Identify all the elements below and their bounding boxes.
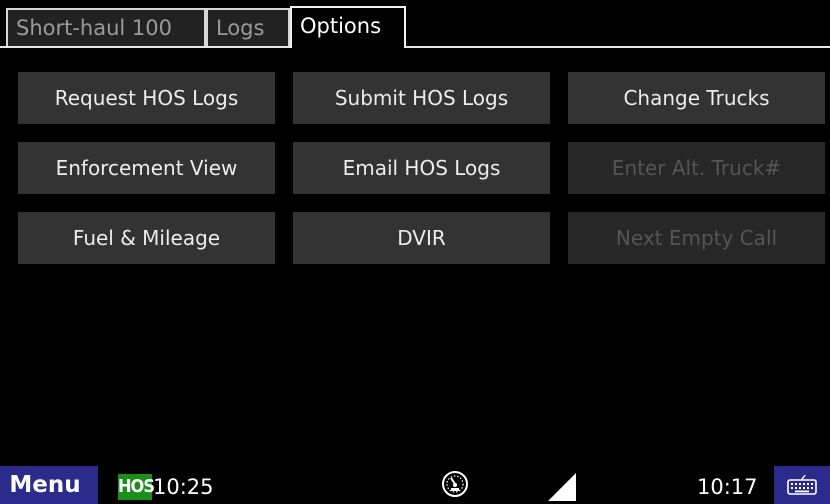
hos-time: 10:25	[153, 475, 214, 499]
tab-logs[interactable]: Logs	[206, 8, 290, 46]
enter-alt-truck-button[interactable]: Enter Alt. Truck#	[568, 142, 825, 194]
change-trucks-button[interactable]: Change Trucks	[568, 72, 825, 124]
hos-badge[interactable]: HOS	[118, 474, 155, 500]
email-hos-logs-button[interactable]: Email HOS Logs	[293, 142, 550, 194]
request-hos-logs-button[interactable]: Request HOS Logs	[18, 72, 275, 124]
clock: 10:17	[697, 475, 758, 499]
taskbar: Menu HOS 10:25 10:17	[0, 466, 830, 504]
submit-hos-logs-button[interactable]: Submit HOS Logs	[293, 72, 550, 124]
tab-options[interactable]: Options	[290, 6, 406, 48]
tab-short-haul-100[interactable]: Short-haul 100	[6, 8, 206, 46]
signal-icon	[548, 473, 576, 501]
gauge-icon[interactable]	[440, 469, 470, 499]
next-empty-call-button[interactable]: Next Empty Call	[568, 212, 825, 264]
tab-bar-divider-left	[0, 46, 290, 48]
keyboard-icon[interactable]	[774, 466, 830, 504]
fuel-mileage-button[interactable]: Fuel & Mileage	[18, 212, 275, 264]
tab-bar-divider-right	[406, 46, 830, 48]
enforcement-view-button[interactable]: Enforcement View	[18, 142, 275, 194]
keyboard-glyph-icon	[787, 474, 817, 495]
tab-bar: Short-haul 100 Logs Options	[0, 0, 830, 48]
dvir-button[interactable]: DVIR	[293, 212, 550, 264]
menu-button[interactable]: Menu	[0, 466, 98, 504]
